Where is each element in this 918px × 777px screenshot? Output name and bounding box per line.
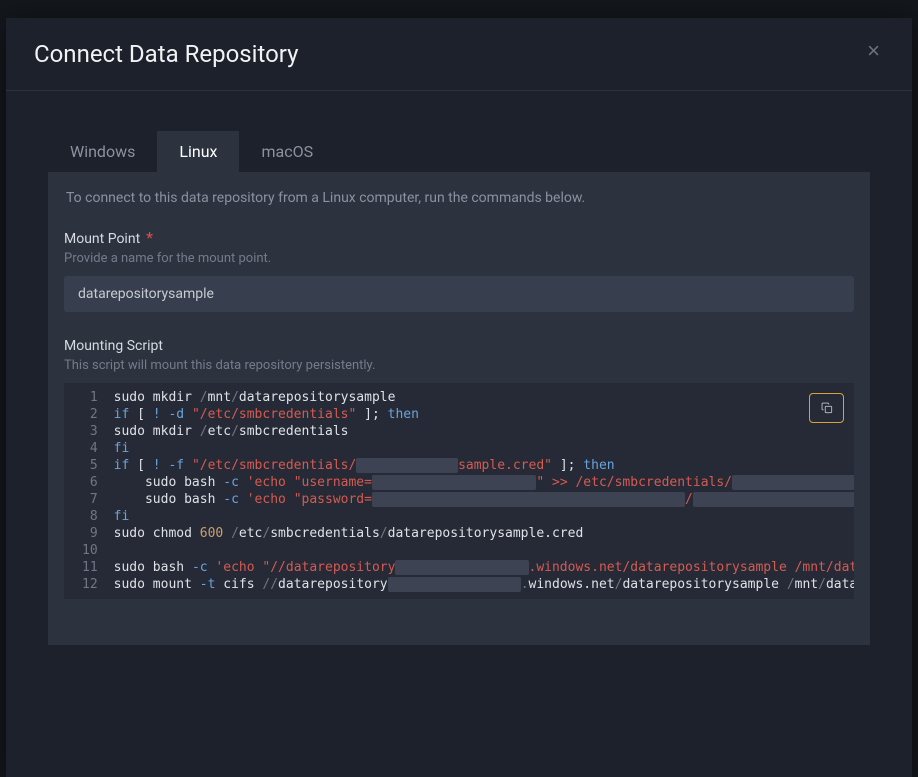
tab-macos[interactable]: macOS [239,131,335,172]
connect-repository-modal: Connect Data Repository × WindowsLinuxma… [6,18,912,777]
script-help: This script will mount this data reposit… [64,358,854,373]
code-line: sudo bash -c 'echo "password=xxxxxxxxxxx… [114,491,854,508]
code-line [114,542,854,559]
code-line: sudo bash -c 'echo "username=xxxxxxxxxxx… [114,474,854,491]
panel-bottom-spacer [64,599,854,619]
line-gutter: 123456789101112 [64,383,108,599]
script-label: Mounting Script [64,338,854,354]
close-button[interactable]: × [863,40,884,62]
line-number: 5 [82,457,98,474]
copy-icon [820,401,834,415]
mount-point-label-row: Mount Point * [64,228,854,247]
line-number: 11 [82,559,98,576]
code-line: if [ ! -d "/etc/smbcredentials" ]; then [114,406,854,423]
os-tabs: WindowsLinuxmacOS [48,131,870,172]
code-line: sudo bash -c 'echo "//datarepositoryxxxx… [114,559,854,576]
mount-point-help: Provide a name for the mount point. [64,251,854,266]
code-line: sudo chmod 600 /etc/smbcredentials/datar… [114,525,854,542]
tab-linux[interactable]: Linux [157,131,239,172]
line-number: 8 [82,508,98,525]
line-number: 3 [82,423,98,440]
intro-text: To connect to this data repository from … [64,190,854,206]
line-number: 9 [82,525,98,542]
required-asterisk: * [146,228,153,247]
line-number: 7 [82,491,98,508]
line-number: 1 [82,389,98,406]
linux-panel: To connect to this data repository from … [48,172,870,645]
mount-point-label: Mount Point [64,231,140,247]
line-number: 12 [82,576,98,593]
tab-windows[interactable]: Windows [48,131,157,172]
code-scroll[interactable]: 123456789101112 sudo mkdir /mnt/datarepo… [64,383,854,599]
code-line: fi [114,508,854,525]
code-line: sudo mkdir /mnt/datarepositorysample [114,389,854,406]
code-line: fi [114,440,854,457]
code-content: sudo mkdir /mnt/datarepositorysampleif [… [108,383,854,599]
line-number: 4 [82,440,98,457]
code-line: if [ ! -f "/etc/smbcredentials/xxxxxxxxx… [114,457,854,474]
copy-button[interactable] [809,393,844,423]
line-number: 6 [82,474,98,491]
modal-header: Connect Data Repository × [6,18,912,91]
modal-title: Connect Data Repository [34,40,298,68]
code-line: sudo mkdir /etc/smbcredentials [114,423,854,440]
modal-body: WindowsLinuxmacOS To connect to this dat… [6,91,912,665]
line-number: 2 [82,406,98,423]
line-number: 10 [82,542,98,559]
code-block: 123456789101112 sudo mkdir /mnt/datarepo… [64,383,854,599]
close-icon: × [867,38,880,63]
mount-point-input[interactable] [64,276,854,312]
code-line: sudo mount -t cifs //datarepositoryxxxxx… [114,576,854,593]
